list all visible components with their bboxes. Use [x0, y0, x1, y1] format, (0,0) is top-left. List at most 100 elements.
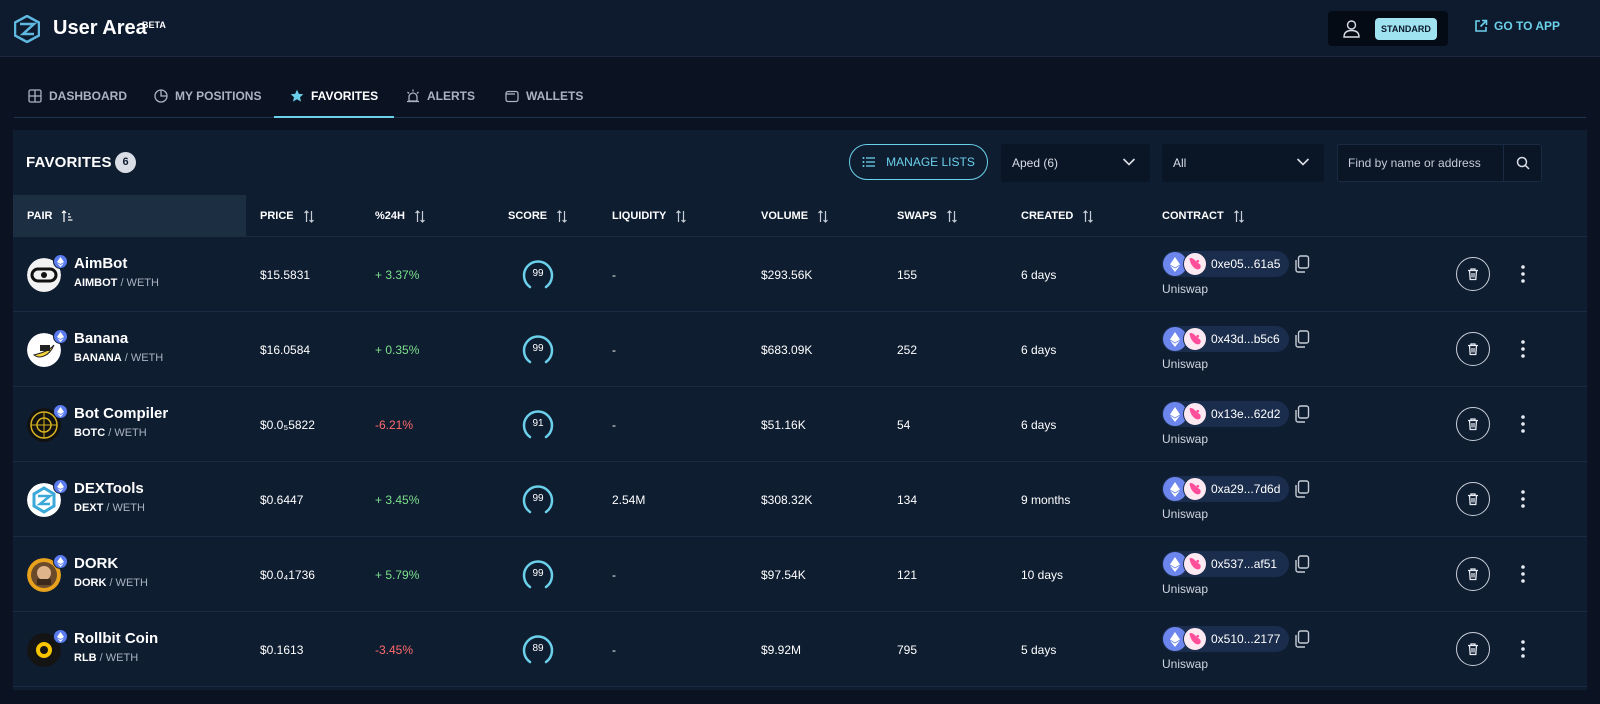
remove-favorite-button[interactable]: [1456, 482, 1490, 516]
column-header-score[interactable]: SCORE: [508, 195, 568, 237]
score-gauge: 89: [521, 632, 555, 666]
copy-icon[interactable]: [1294, 255, 1310, 273]
copy-icon[interactable]: [1294, 555, 1310, 573]
uniswap-icon: [1183, 552, 1207, 576]
remove-favorite-button[interactable]: [1456, 557, 1490, 591]
trash-icon: [1468, 268, 1478, 281]
created-cell: 6 days: [1021, 417, 1057, 432]
tab-alerts[interactable]: ALERTS: [406, 74, 475, 117]
token-symbol: AIMBOT: [74, 277, 118, 289]
column-header-price[interactable]: PRICE: [260, 195, 315, 237]
quote-symbol: / WETH: [96, 652, 139, 664]
more-options-button[interactable]: [1513, 261, 1533, 287]
list-select[interactable]: Aped (6): [1001, 144, 1150, 182]
token-name[interactable]: AimBot: [74, 255, 127, 272]
vertical-dots-icon: [1521, 565, 1525, 583]
go-to-app-link[interactable]: GO TO APP: [1474, 19, 1560, 33]
user-menu[interactable]: STANDARD: [1328, 11, 1448, 46]
volume-cell: $293.56K: [761, 267, 813, 282]
column-header-label: VOLUME: [761, 210, 809, 222]
remove-favorite-button[interactable]: [1456, 332, 1490, 366]
liquidity-cell: -: [612, 267, 616, 282]
token-name[interactable]: Rollbit Coin: [74, 630, 158, 647]
favorites-count-badge: 6: [115, 152, 136, 173]
token-symbol: DEXT: [74, 502, 104, 514]
go-to-app-label: GO TO APP: [1494, 19, 1561, 33]
column-header-pair[interactable]: PAIR: [13, 195, 246, 237]
column-header-volume[interactable]: VOLUME: [761, 195, 829, 237]
star-icon: [290, 89, 304, 102]
table-row[interactable]: Bot Compiler BOTC / WETH $0.0₅5822 -6.21…: [13, 387, 1587, 462]
vertical-dots-icon: [1521, 640, 1525, 658]
tab-favorites[interactable]: FAVORITES: [273, 74, 395, 118]
contract-address[interactable]: 0xa29...7d6d: [1162, 476, 1289, 502]
sort-asc-icon: [62, 209, 73, 222]
column-header-change[interactable]: %24H: [375, 195, 426, 237]
contract-address[interactable]: 0x43d...b5c6: [1162, 326, 1289, 352]
column-header-label: CREATED: [1021, 210, 1074, 222]
column-header-label: PAIR: [27, 210, 53, 222]
more-options-button[interactable]: [1513, 561, 1533, 587]
remove-favorite-button[interactable]: [1456, 407, 1490, 441]
search-input[interactable]: [1338, 145, 1503, 181]
score-value: 99: [532, 268, 544, 279]
more-options-button[interactable]: [1513, 636, 1533, 662]
copy-icon[interactable]: [1294, 405, 1310, 423]
tab-my-positions[interactable]: MY POSITIONS: [154, 74, 261, 117]
swaps-cell: 121: [897, 567, 918, 582]
quote-symbol: / WETH: [117, 277, 159, 289]
contract-address[interactable]: 0x13e...62d2: [1162, 401, 1289, 427]
created-cell: 6 days: [1021, 342, 1057, 357]
tab-dashboard[interactable]: DASHBOARD: [28, 74, 127, 117]
table-row[interactable]: DORK DORK / WETH $0.0₄1736 + 5.79% 99 - …: [13, 537, 1587, 612]
contract-address[interactable]: 0x537...af51: [1162, 551, 1289, 577]
token-name[interactable]: DORK: [74, 555, 118, 572]
more-options-button[interactable]: [1513, 336, 1533, 362]
table-row[interactable]: AimBot AIMBOT / WETH $15.5831 + 3.37% 99…: [13, 237, 1587, 312]
quote-symbol: / WETH: [105, 427, 147, 439]
uniswap-icon: [1183, 402, 1207, 426]
column-header-created[interactable]: CREATED: [1021, 195, 1094, 237]
copy-icon[interactable]: [1294, 330, 1310, 348]
tab-label: WALLETS: [526, 88, 584, 103]
token-name[interactable]: Bot Compiler: [74, 405, 168, 422]
sort-icon: [415, 209, 425, 223]
grid-icon: [28, 88, 42, 103]
column-header-swaps[interactable]: SWAPS: [897, 195, 958, 237]
table-row[interactable]: Rollbit Coin RLB / WETH $0.1613 -3.45% 8…: [13, 612, 1587, 687]
search-button[interactable]: [1503, 145, 1541, 181]
table-row[interactable]: DEXTools DEXT / WETH $0.6447 + 3.45% 99 …: [13, 462, 1587, 537]
uniswap-icon: [1183, 627, 1207, 651]
volume-cell: $683.09K: [761, 342, 813, 357]
manage-lists-button[interactable]: MANAGE LISTS: [849, 144, 988, 180]
column-header-liquidity[interactable]: LIQUIDITY: [612, 195, 687, 237]
liquidity-cell: -: [612, 417, 616, 432]
copy-icon[interactable]: [1294, 480, 1310, 498]
column-header-label: CONTRACT: [1162, 210, 1224, 222]
remove-favorite-button[interactable]: [1456, 632, 1490, 666]
more-options-button[interactable]: [1513, 411, 1533, 437]
manage-lists-label: MANAGE LISTS: [886, 155, 975, 169]
copy-icon[interactable]: [1294, 630, 1310, 648]
column-header-contract[interactable]: CONTRACT: [1162, 195, 1245, 237]
more-options-button[interactable]: [1513, 486, 1533, 512]
contract-address[interactable]: 0x510...2177: [1162, 626, 1289, 652]
quote-symbol: / WETH: [103, 502, 145, 514]
ethereum-chain-icon: [53, 404, 68, 419]
dextools-logo-icon[interactable]: [14, 15, 40, 43]
filter-select[interactable]: All: [1162, 144, 1324, 182]
contract-address[interactable]: 0xe05...61a5: [1162, 251, 1289, 277]
table-row[interactable]: Banana BANANA / WETH $16.0584 + 0.35% 99…: [13, 312, 1587, 387]
remove-favorite-button[interactable]: [1456, 257, 1490, 291]
user-icon: [1343, 20, 1360, 38]
liquidity-cell: 2.54M: [612, 492, 646, 507]
app-title: User Area: [53, 17, 147, 39]
token-symbol: RLB: [74, 652, 97, 664]
token-pair: DEXT / WETH: [74, 502, 145, 514]
token-name[interactable]: Banana: [74, 330, 128, 347]
token-name[interactable]: DEXTools: [74, 480, 144, 497]
contract-address-text: 0x43d...b5c6: [1211, 332, 1280, 346]
tab-wallets[interactable]: WALLETS: [505, 74, 583, 117]
swaps-cell: 54: [897, 417, 911, 432]
created-cell: 6 days: [1021, 267, 1057, 282]
